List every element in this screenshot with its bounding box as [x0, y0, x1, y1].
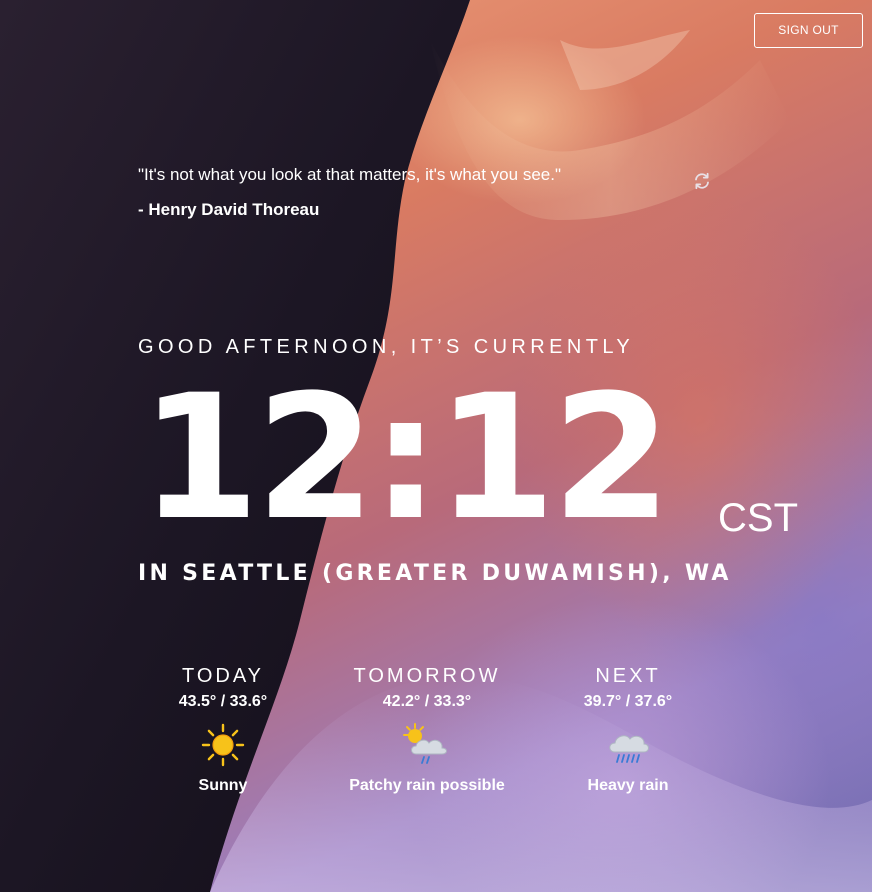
forecast-day-tomorrow: TOMORROW 42.2° / 33.3° Patchy rain possi…	[337, 663, 517, 795]
sun-cloud-rain-icon	[403, 723, 447, 764]
quote-text: "It's not what you look at that matters,…	[138, 165, 561, 184]
sun-icon	[201, 723, 245, 767]
forecast-section: TODAY 43.5° / 33.6° Sunny TOMORROW 42.2°…	[130, 663, 720, 813]
timezone-label: CST	[718, 496, 798, 540]
forecast-day-condition: Patchy rain possible	[349, 777, 505, 794]
quote-author: - Henry David Thoreau	[138, 200, 320, 219]
forecast-day-temp: 39.7° / 37.6°	[583, 693, 673, 710]
cloud-heavy-rain-icon	[609, 735, 649, 763]
quote-block: "It's not what you look at that matters,…	[138, 164, 678, 220]
forecast-day-temp: 42.2° / 33.3°	[382, 693, 472, 710]
forecast-day-label: TODAY	[181, 665, 265, 687]
sign-out-button[interactable]: SIGN OUT	[754, 13, 863, 48]
forecast-day-condition: Heavy rain	[587, 777, 669, 794]
forecast-day-condition: Sunny	[198, 777, 248, 794]
location-text: IN SEATTLE (GREATER DUWAMISH), WA	[138, 561, 732, 586]
forecast-day-next: NEXT 39.7° / 37.6° Heavy rain	[563, 663, 693, 795]
greeting-text: GOOD AFTERNOON, IT’S CURRENTLY	[138, 336, 635, 358]
forecast-day-label: NEXT	[595, 665, 661, 687]
forecast-day-label: TOMORROW	[353, 665, 501, 687]
forecast-day-today: TODAY 43.5° / 33.6° Sunny	[158, 663, 288, 795]
forecast-day-temp: 43.5° / 33.6°	[178, 693, 268, 710]
refresh-quote-icon[interactable]	[693, 172, 711, 190]
background-canyon: SIGN OUT "It's not what you look at that…	[0, 0, 872, 892]
current-time: 12:12	[140, 357, 671, 558]
